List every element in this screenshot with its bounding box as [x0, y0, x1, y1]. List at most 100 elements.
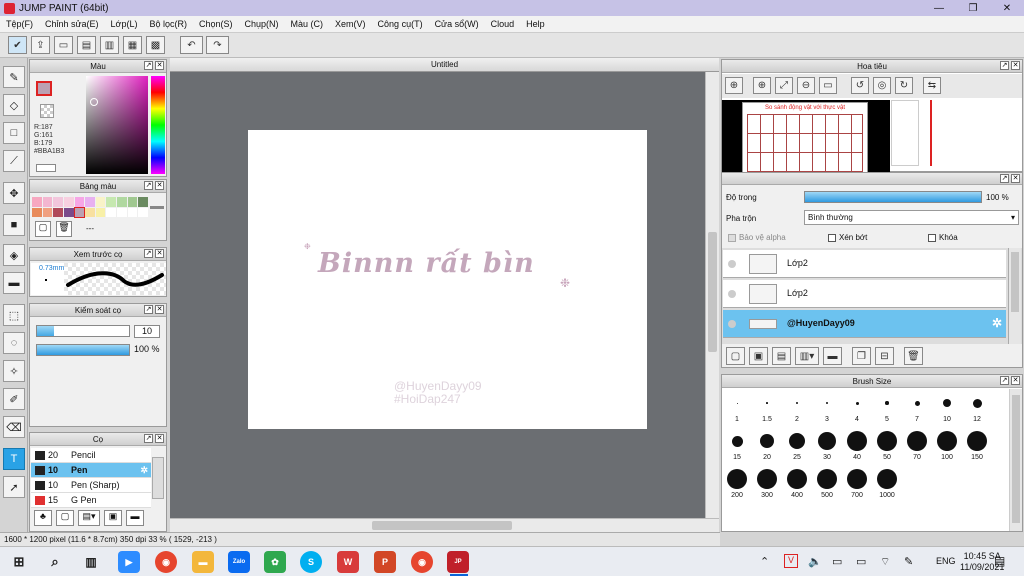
brush-size-dot[interactable]	[914, 400, 920, 406]
pen-icon[interactable]: ✎	[904, 555, 913, 568]
folder-icon[interactable]: ▬	[126, 510, 144, 526]
brush-size-dot[interactable]	[789, 433, 805, 449]
hue-slider[interactable]	[151, 76, 165, 174]
brush-size-dot[interactable]	[736, 402, 738, 404]
close-icon[interactable]: ✕	[155, 181, 164, 190]
fill-rect-tool-icon[interactable]: ■	[3, 214, 25, 236]
zoom-in-icon[interactable]: ⊕	[753, 77, 771, 94]
menu-window[interactable]: Cửa sổ(W)	[429, 19, 485, 29]
search-icon[interactable]: ⌕	[44, 551, 66, 573]
brush-menu-icon[interactable]: ▤▾	[78, 510, 100, 526]
task-view-icon[interactable]: ▥	[80, 551, 102, 573]
layer-type-menu-icon[interactable]: ▥▾	[795, 347, 819, 365]
move-tool-icon[interactable]: ✥	[3, 182, 25, 204]
brush-size-dot[interactable]	[943, 399, 951, 407]
canvas-area[interactable]: Untitled ❉ Binnn rất bìn ❉ @HuyenDayy09 …	[170, 58, 719, 532]
select-pen-icon[interactable]: ✐	[3, 388, 25, 410]
merge-layer-icon[interactable]: ⊟	[875, 347, 894, 365]
visibility-icon[interactable]	[728, 320, 736, 328]
lock-checkbox[interactable]	[928, 233, 936, 242]
brush-size-dot[interactable]	[817, 469, 837, 489]
maximize-icon[interactable]: ↗	[144, 181, 153, 190]
brush-size-input[interactable]: 10	[134, 325, 160, 338]
brush-size-dot[interactable]	[825, 401, 829, 405]
brush-size-dot[interactable]	[847, 431, 867, 451]
layer-row[interactable]: Lớp2	[723, 250, 1006, 278]
lasso-icon[interactable]: ◌	[3, 332, 25, 354]
close-icon[interactable]: ✕	[155, 305, 164, 314]
menu-view[interactable]: Xem(V)	[329, 19, 372, 29]
document-icon[interactable]: ▥	[100, 36, 119, 54]
close-icon[interactable]: ✕	[1011, 376, 1020, 385]
menu-layer[interactable]: Lớp(L)	[105, 19, 144, 29]
line-tool-icon[interactable]: ⟋	[3, 150, 25, 172]
maximize-icon[interactable]: ↗	[1000, 376, 1009, 385]
flip-icon[interactable]: ⇆	[923, 77, 941, 94]
brush-size-dot[interactable]	[787, 469, 807, 489]
canvas-vertical-scrollbar[interactable]	[705, 72, 719, 518]
trash-icon[interactable]: 🗑	[56, 221, 72, 237]
brush-size-dot[interactable]	[727, 469, 747, 489]
reset-rotate-icon[interactable]: ◎	[873, 77, 891, 94]
rotate-right-icon[interactable]: ↻	[895, 77, 913, 94]
restore-button[interactable]: ❐	[956, 0, 990, 16]
copy-brush-icon[interactable]: ▣	[104, 510, 122, 526]
zoom-out-icon[interactable]: ⊖	[797, 77, 815, 94]
zoom-icon[interactable]: ⊕	[725, 77, 743, 94]
wifi-icon[interactable]: ⌔	[880, 555, 890, 569]
chrome-icon[interactable]: ◉	[411, 551, 433, 573]
brush-size-scrollbar[interactable]	[1009, 389, 1022, 531]
maximize-icon[interactable]: ↗	[144, 61, 153, 70]
brush-item-pencil[interactable]: 20 Pencil	[31, 448, 151, 463]
close-icon[interactable]: ✕	[1011, 61, 1020, 70]
gear-icon[interactable]: ✲	[992, 316, 1002, 330]
brush-size-dot[interactable]	[760, 434, 774, 448]
new-brush-icon[interactable]: ▢	[56, 510, 74, 526]
maximize-icon[interactable]: ↗	[144, 434, 153, 443]
zalo-icon[interactable]: Zalo	[228, 551, 250, 573]
zoom-app-icon[interactable]: ▶	[118, 551, 140, 573]
magic-wand-icon[interactable]: ✧	[3, 360, 25, 382]
select-rect-icon[interactable]: ⬚	[3, 304, 25, 326]
grid-icon[interactable]: ▩	[146, 36, 165, 54]
powerpoint-icon[interactable]: P	[374, 551, 396, 573]
rotate-left-icon[interactable]: ↺	[851, 77, 869, 94]
file-explorer-icon[interactable]: ▬	[192, 551, 214, 573]
check-icon[interactable]: ✔	[8, 36, 27, 54]
menu-edit[interactable]: Chỉnh sửa(E)	[39, 19, 105, 29]
network-icon[interactable]: ▭	[832, 555, 842, 568]
layer-row[interactable]: Lớp2	[723, 280, 1006, 308]
brush-size-dot[interactable]	[855, 401, 859, 405]
text-tool-icon[interactable]: T	[3, 448, 25, 470]
new-text-layer-icon[interactable]: ▤	[772, 347, 791, 365]
brush-size-dot[interactable]	[796, 402, 798, 404]
duplicate-layer-icon[interactable]: ❐	[852, 347, 871, 365]
transparent-swatch[interactable]	[40, 104, 54, 118]
delete-layer-icon[interactable]: 🗑	[904, 347, 923, 365]
menu-select[interactable]: Chọn(S)	[193, 19, 239, 29]
menu-filter[interactable]: Bộ lọc(R)	[143, 19, 193, 29]
layer-row-selected[interactable]: @HuyenDayy09 ✲	[723, 310, 1006, 338]
palette-swatches[interactable]	[32, 197, 148, 218]
layer-folder-icon[interactable]: ▬	[823, 347, 842, 365]
brush-size-dot[interactable]	[907, 431, 927, 451]
language-indicator[interactable]: ENG	[936, 556, 956, 566]
brush-item-g-pen[interactable]: 15 G Pen	[31, 493, 151, 508]
chevron-up-icon[interactable]: ⌃	[760, 555, 769, 568]
fit-icon[interactable]: ⤢	[775, 77, 793, 94]
close-button[interactable]: ✕	[990, 0, 1024, 16]
gradient-tool-icon[interactable]: ▬	[3, 272, 25, 294]
battery-icon[interactable]: ▭	[856, 555, 866, 568]
brush-tool-icon[interactable]: ✎	[3, 66, 25, 88]
actual-size-icon[interactable]: ▭	[819, 77, 837, 94]
foreground-color-swatch[interactable]	[36, 81, 52, 96]
maximize-icon[interactable]: ↗	[144, 305, 153, 314]
new-vector-layer-icon[interactable]: ▣	[749, 347, 768, 365]
menu-tools[interactable]: Công cụ(T)	[372, 19, 429, 29]
brush-size-dot[interactable]	[818, 432, 836, 450]
chrome-icon[interactable]: ◉	[155, 551, 177, 573]
brush-size-dot[interactable]	[847, 469, 867, 489]
jump-paint-icon[interactable]: JP	[447, 551, 469, 573]
notification-icon[interactable]: ▤	[994, 554, 1005, 568]
app-green-icon[interactable]: ✿	[264, 551, 286, 573]
